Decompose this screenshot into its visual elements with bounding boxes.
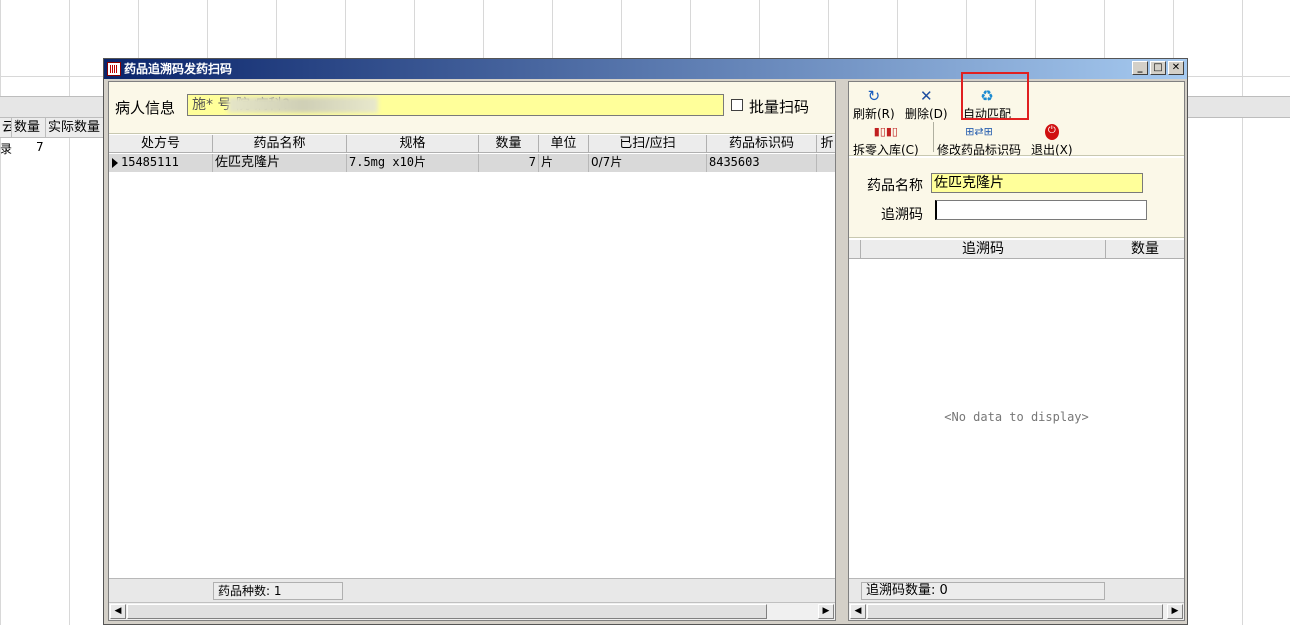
- scan-form: 药品名称 佐匹克隆片 追溯码: [849, 158, 1184, 238]
- code-edit-icon: ⊞⇄⊞: [965, 125, 993, 138]
- drug-count-summary: 药品种数: 1: [213, 582, 343, 600]
- bg-cell-value: 录: [0, 142, 13, 156]
- row-indicator-icon: [112, 158, 118, 168]
- highlight-annotation-box: [961, 72, 1029, 120]
- trace-code-panel: ↻ 刷新(R) ✕ 删除(D) ♻ 自动匹配 ▮▯▮▯ 拆零入库(C) ⊞⇄⊞ …: [848, 72, 1185, 621]
- refresh-icon: ↻: [867, 87, 881, 105]
- redacted-blur: [228, 97, 378, 113]
- cell-prescription-no: 15485111: [109, 154, 213, 172]
- grid-footer: 药品种数: 1: [109, 578, 835, 602]
- trace-scroll-left-icon[interactable]: ◀: [850, 604, 866, 619]
- batch-scan-label[interactable]: 批量扫码: [749, 96, 809, 117]
- column-header-split[interactable]: 折: [817, 135, 837, 153]
- scroll-right-icon[interactable]: ▶: [818, 604, 834, 619]
- refresh-button[interactable]: ↻ 刷新(R): [853, 88, 895, 122]
- cell-scanned: 0/7片: [589, 154, 707, 172]
- bg-column-header-quantity[interactable]: 数量: [12, 118, 46, 138]
- bg-column-header-actual-quantity[interactable]: 实际数量: [46, 118, 104, 138]
- delete-icon: ✕: [920, 87, 933, 105]
- barcode-split-icon: ▮▯▮▯: [873, 125, 898, 138]
- column-header-trace-quantity[interactable]: 数量: [1106, 240, 1184, 259]
- trace-grid-header: 追溯码 数量: [849, 240, 1184, 259]
- close-button[interactable]: ✕: [1168, 61, 1184, 75]
- empty-grid-message: <No data to display>: [944, 410, 1089, 424]
- drug-name-field[interactable]: 佐匹克隆片: [931, 173, 1143, 193]
- trace-code-count: 追溯码数量: 0: [861, 582, 1105, 600]
- cell-spec: 7.5mg x10片: [347, 154, 479, 172]
- horizontal-scrollbar[interactable]: ◀ ▶: [109, 602, 835, 620]
- trace-code-input[interactable]: [935, 200, 1147, 220]
- trace-indicator-column: [849, 240, 861, 259]
- column-header-spec[interactable]: 规格: [347, 135, 479, 153]
- batch-scan-checkbox[interactable]: [731, 99, 743, 111]
- barcode-app-icon: [107, 62, 121, 76]
- trace-code-label: 追溯码: [881, 207, 923, 223]
- column-header-unit[interactable]: 单位: [539, 135, 589, 153]
- trace-horizontal-scrollbar[interactable]: ◀ ▶: [849, 602, 1184, 620]
- bg-cell-quantity: 7: [36, 140, 44, 154]
- trace-code-dialog: 药品追溯码发药扫码 _ □ ✕ 病人信息 施* 号 院 病科? 批量扫码 处方号…: [103, 58, 1188, 625]
- exit-button[interactable]: ⏻ 退出(X): [1031, 124, 1073, 158]
- power-icon: ⏻: [1044, 124, 1059, 140]
- split-in-label: 拆零入库(C): [853, 143, 919, 157]
- trace-grid-footer: 追溯码数量: 0: [849, 578, 1184, 602]
- delete-button[interactable]: ✕ 删除(D): [905, 88, 948, 122]
- toolbar-separator: [933, 122, 934, 152]
- dialog-title: 药品追溯码发药扫码: [124, 62, 233, 76]
- column-header-drug-name[interactable]: 药品名称: [213, 135, 347, 153]
- drug-name-label: 药品名称: [867, 178, 923, 194]
- trace-scroll-right-icon[interactable]: ▶: [1167, 604, 1183, 619]
- patient-info-label: 病人信息: [115, 99, 176, 117]
- cell-unit: 片: [539, 154, 589, 172]
- prescription-grid-header: 处方号 药品名称 规格 数量 单位 已扫/应扫 药品标识码 折: [109, 135, 835, 153]
- cell-drug-code: 8435603: [707, 154, 817, 172]
- column-header-prescription-no[interactable]: 处方号: [109, 135, 213, 153]
- refresh-label: 刷新(R): [853, 107, 895, 121]
- cell-quantity: 7: [479, 154, 539, 172]
- patient-info-field[interactable]: 施* 号 院 病科?: [187, 94, 724, 116]
- split-in-button[interactable]: ▮▯▮▯ 拆零入库(C): [853, 124, 919, 158]
- edit-drug-code-button[interactable]: ⊞⇄⊞ 修改药品标识码: [937, 124, 1021, 158]
- prescription-panel: 病人信息 施* 号 院 病科? 批量扫码 处方号 药品名称 规格 数量 单位 已…: [108, 81, 836, 621]
- trace-scroll-thumb[interactable]: [867, 604, 1163, 619]
- action-toolbar: ↻ 刷新(R) ✕ 删除(D) ♻ 自动匹配 ▮▯▮▯ 拆零入库(C) ⊞⇄⊞ …: [849, 72, 1184, 158]
- table-row[interactable]: 15485111 佐匹克隆片 7.5mg x10片 7 片 0/7片 84356…: [109, 154, 835, 172]
- minimize-button[interactable]: _: [1132, 61, 1148, 75]
- column-header-scanned[interactable]: 已扫/应扫: [589, 135, 707, 153]
- scroll-left-icon[interactable]: ◀: [110, 604, 126, 619]
- column-header-drug-code[interactable]: 药品标识码: [707, 135, 817, 153]
- scroll-thumb[interactable]: [127, 604, 767, 619]
- column-header-quantity[interactable]: 数量: [479, 135, 539, 153]
- delete-label: 删除(D): [905, 107, 948, 121]
- column-header-trace-code[interactable]: 追溯码: [861, 240, 1106, 259]
- patient-info-bar: 病人信息 施* 号 院 病科? 批量扫码: [109, 82, 835, 134]
- maximize-button[interactable]: □: [1150, 61, 1166, 75]
- edit-drug-code-label: 修改药品标识码: [937, 143, 1022, 157]
- bg-column-header[interactable]: 云: [0, 118, 12, 138]
- exit-label: 退出(X): [1031, 143, 1073, 157]
- cell-drug-name: 佐匹克隆片: [213, 154, 347, 172]
